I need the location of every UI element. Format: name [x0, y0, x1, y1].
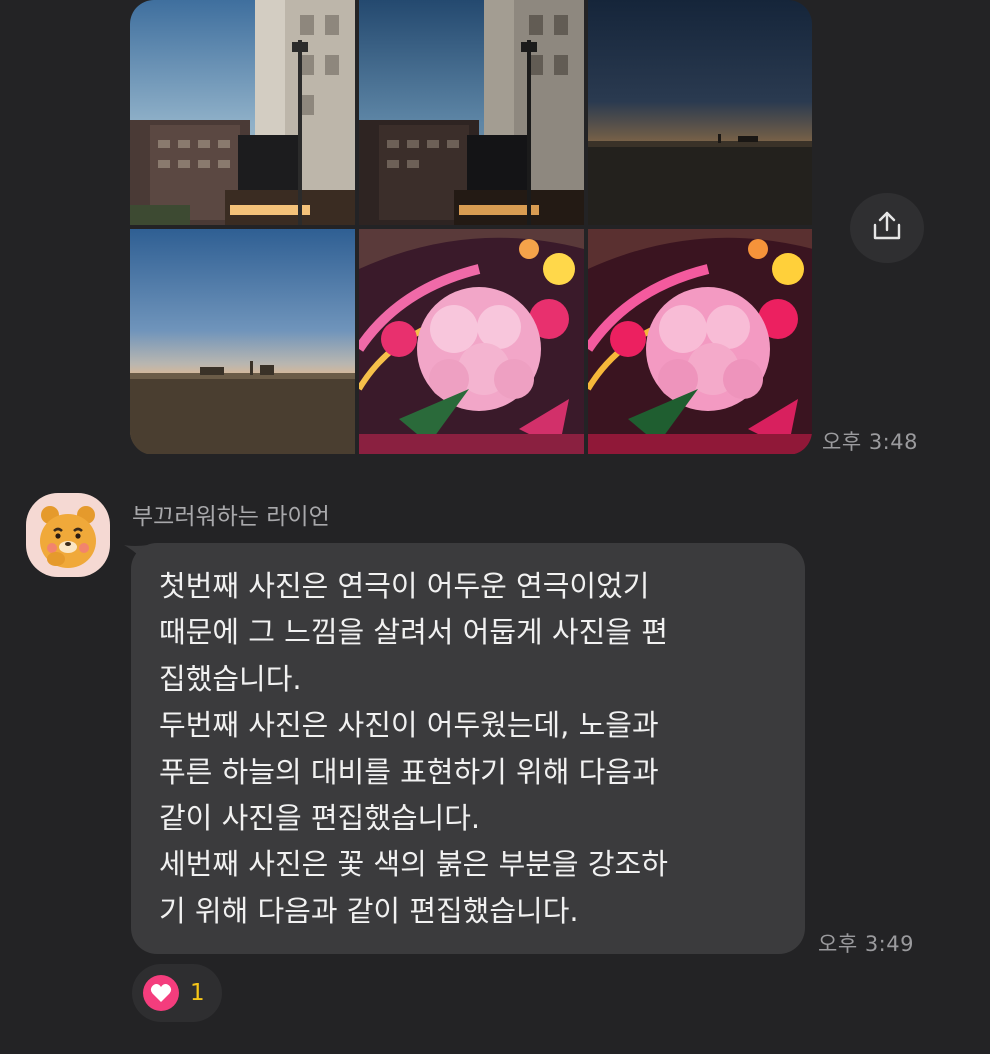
- message-line: 푸른 하늘의 대비를 표현하기 위해 다음과: [159, 754, 659, 789]
- message-line: 같이 사진을 편집했습니다.: [159, 801, 481, 836]
- sender-name: 부끄러워하는 라이언: [132, 504, 330, 530]
- avatar[interactable]: [26, 493, 110, 577]
- share-upload-icon: [870, 209, 904, 247]
- building-dusk-photo-2[interactable]: [359, 0, 584, 225]
- ryan-character-icon: [40, 506, 96, 568]
- message-bubble[interactable]: 첫번째 사진은 연극이 어두운 연극이었기 때문에 그 느낌을 살려서 어둡게 …: [131, 543, 805, 954]
- message-line: 세번째 사진은 꽃 색의 붉은 부분을 강조하: [159, 847, 668, 882]
- heart-icon: [143, 975, 179, 1011]
- pink-flower-bouquet-photo-1[interactable]: [359, 229, 584, 454]
- message-timestamp: 오후 3:49: [818, 932, 914, 956]
- message-line: 집했습니다.: [159, 661, 302, 696]
- message-line: 기 위해 다음과 같이 편집했습니다.: [159, 893, 579, 928]
- message-timestamp: 오후 3:48: [822, 430, 918, 454]
- pink-flower-bouquet-photo-2[interactable]: [588, 229, 812, 454]
- dark-field-sunset-photo[interactable]: [588, 0, 812, 225]
- share-button[interactable]: [850, 193, 924, 263]
- message-line: 두번째 사진은 사진이 어두웠는데, 노을과: [159, 708, 659, 743]
- message-line: 첫번째 사진은 연극이 어두운 연극이었기: [159, 569, 650, 603]
- heart-reaction[interactable]: 1: [132, 964, 222, 1022]
- sunset-sky-field-photo[interactable]: [130, 229, 355, 454]
- building-dusk-photo-1[interactable]: [130, 0, 355, 225]
- photo-grid: [130, 0, 812, 455]
- reaction-count: 1: [190, 980, 205, 1006]
- message-line: 때문에 그 느낌을 살려서 어둡게 사진을 편: [159, 615, 668, 650]
